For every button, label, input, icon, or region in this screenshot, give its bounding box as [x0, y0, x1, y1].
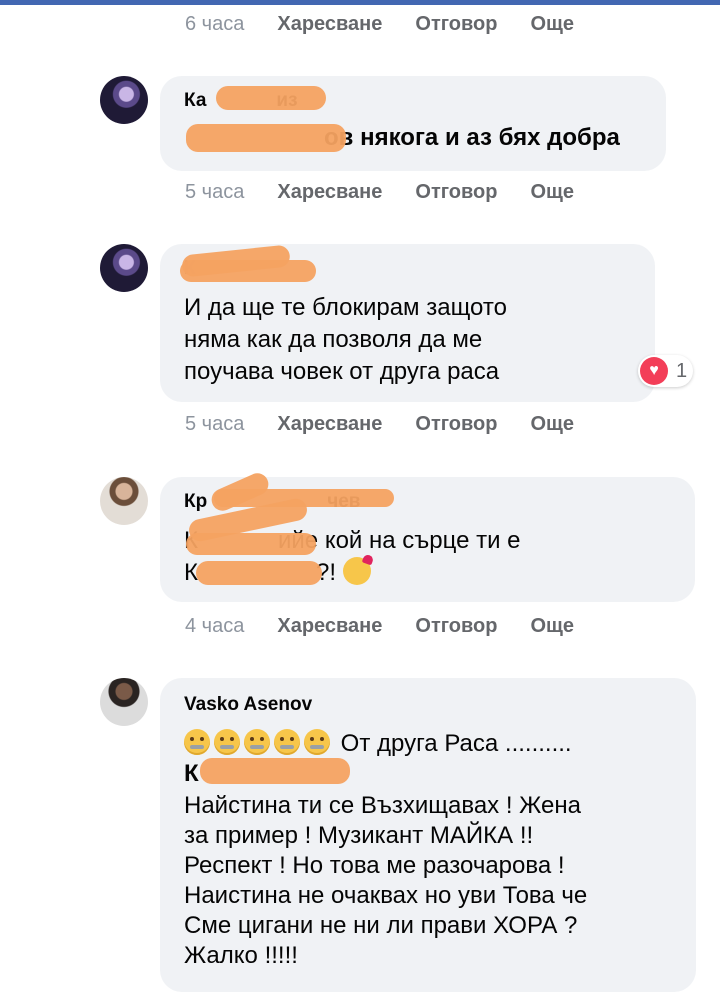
- comment-line: няма как да позволя да ме: [184, 326, 483, 353]
- avatar[interactable]: [100, 678, 148, 726]
- like-link[interactable]: Харесване: [277, 412, 382, 436]
- more-link[interactable]: Още: [531, 12, 575, 36]
- zipper-mouth-emoji-icon: [274, 729, 300, 755]
- more-link[interactable]: Още: [531, 180, 575, 204]
- redaction-mark: [200, 758, 350, 784]
- comment-meta: 5 часа Харесване Отговор Още: [185, 412, 574, 436]
- zipper-mouth-emoji-icon: [304, 729, 330, 755]
- mention-tag[interactable]: К: [184, 758, 199, 790]
- heart-icon: ♥: [640, 357, 668, 385]
- reaction-count: 1: [676, 359, 688, 382]
- comment-time: 5 часа: [185, 413, 245, 435]
- zipper-mouth-emoji-icon: [214, 729, 240, 755]
- comment-meta: 4 часа Харесване Отговор Още: [185, 614, 574, 638]
- comment-line: Найстина ти се Възхищавах ! Жена: [184, 792, 581, 819]
- comment-bubble: Каиз ов някога и аз бях добра: [160, 76, 666, 171]
- reply-link[interactable]: Отговор: [415, 180, 497, 204]
- comment-bubble: Vasko Asenov От друга Раса .......... К …: [160, 678, 696, 992]
- redaction-mark: [216, 86, 326, 110]
- comment-time: 5 часа: [185, 181, 245, 203]
- top-accent-bar: [0, 0, 720, 5]
- comment-line: Наистина не очаквах но уви Това че: [184, 882, 588, 909]
- comment-meta: 6 часа Харесване Отговор Още: [185, 12, 574, 36]
- more-link[interactable]: Още: [531, 412, 575, 436]
- comment-author[interactable]: Vasko Asenov: [184, 694, 312, 716]
- reaction-badge[interactable]: ♥ 1: [638, 355, 694, 387]
- redaction-mark: [186, 124, 346, 152]
- kiss-emoji-icon: [342, 557, 371, 585]
- like-link[interactable]: Харесване: [277, 12, 382, 36]
- comment-line: От друга Раса ..........: [184, 728, 572, 760]
- redaction-mark: [186, 533, 316, 555]
- reply-link[interactable]: Отговор: [415, 12, 497, 36]
- comment-bubble: К И да ще те блокирам защото няма как да…: [160, 244, 655, 402]
- avatar[interactable]: [100, 244, 148, 292]
- redaction-mark: [180, 260, 316, 282]
- comment-line: поучава човек от друга раса: [184, 358, 500, 385]
- redaction-mark: [196, 561, 322, 585]
- comment-line: Жалко !!!!!: [184, 942, 298, 969]
- avatar[interactable]: [100, 477, 148, 525]
- zipper-mouth-emoji-icon: [244, 729, 270, 755]
- comment-time: 6 часа: [185, 13, 245, 35]
- comment-line: Респект ! Но това ме разочарова !: [184, 852, 565, 879]
- more-link[interactable]: Още: [531, 614, 575, 638]
- comment-line: Сме цигани не ни ли прави ХОРА ?: [184, 912, 578, 939]
- comment-time: 4 часа: [185, 615, 245, 637]
- comment-line: за пример ! Музикант МАЙКА !!: [184, 822, 534, 849]
- reply-link[interactable]: Отговор: [415, 614, 497, 638]
- like-link[interactable]: Харесване: [277, 180, 382, 204]
- avatar[interactable]: [100, 76, 148, 124]
- comment-line: И да ще те блокирам защото: [184, 294, 507, 321]
- comment-meta: 5 часа Харесване Отговор Още: [185, 180, 574, 204]
- like-link[interactable]: Харесване: [277, 614, 382, 638]
- reply-link[interactable]: Отговор: [415, 412, 497, 436]
- comment-bubble: Крчев Кийе кой на сърце ти е К?!: [160, 469, 695, 602]
- zipper-mouth-emoji-icon: [184, 729, 210, 755]
